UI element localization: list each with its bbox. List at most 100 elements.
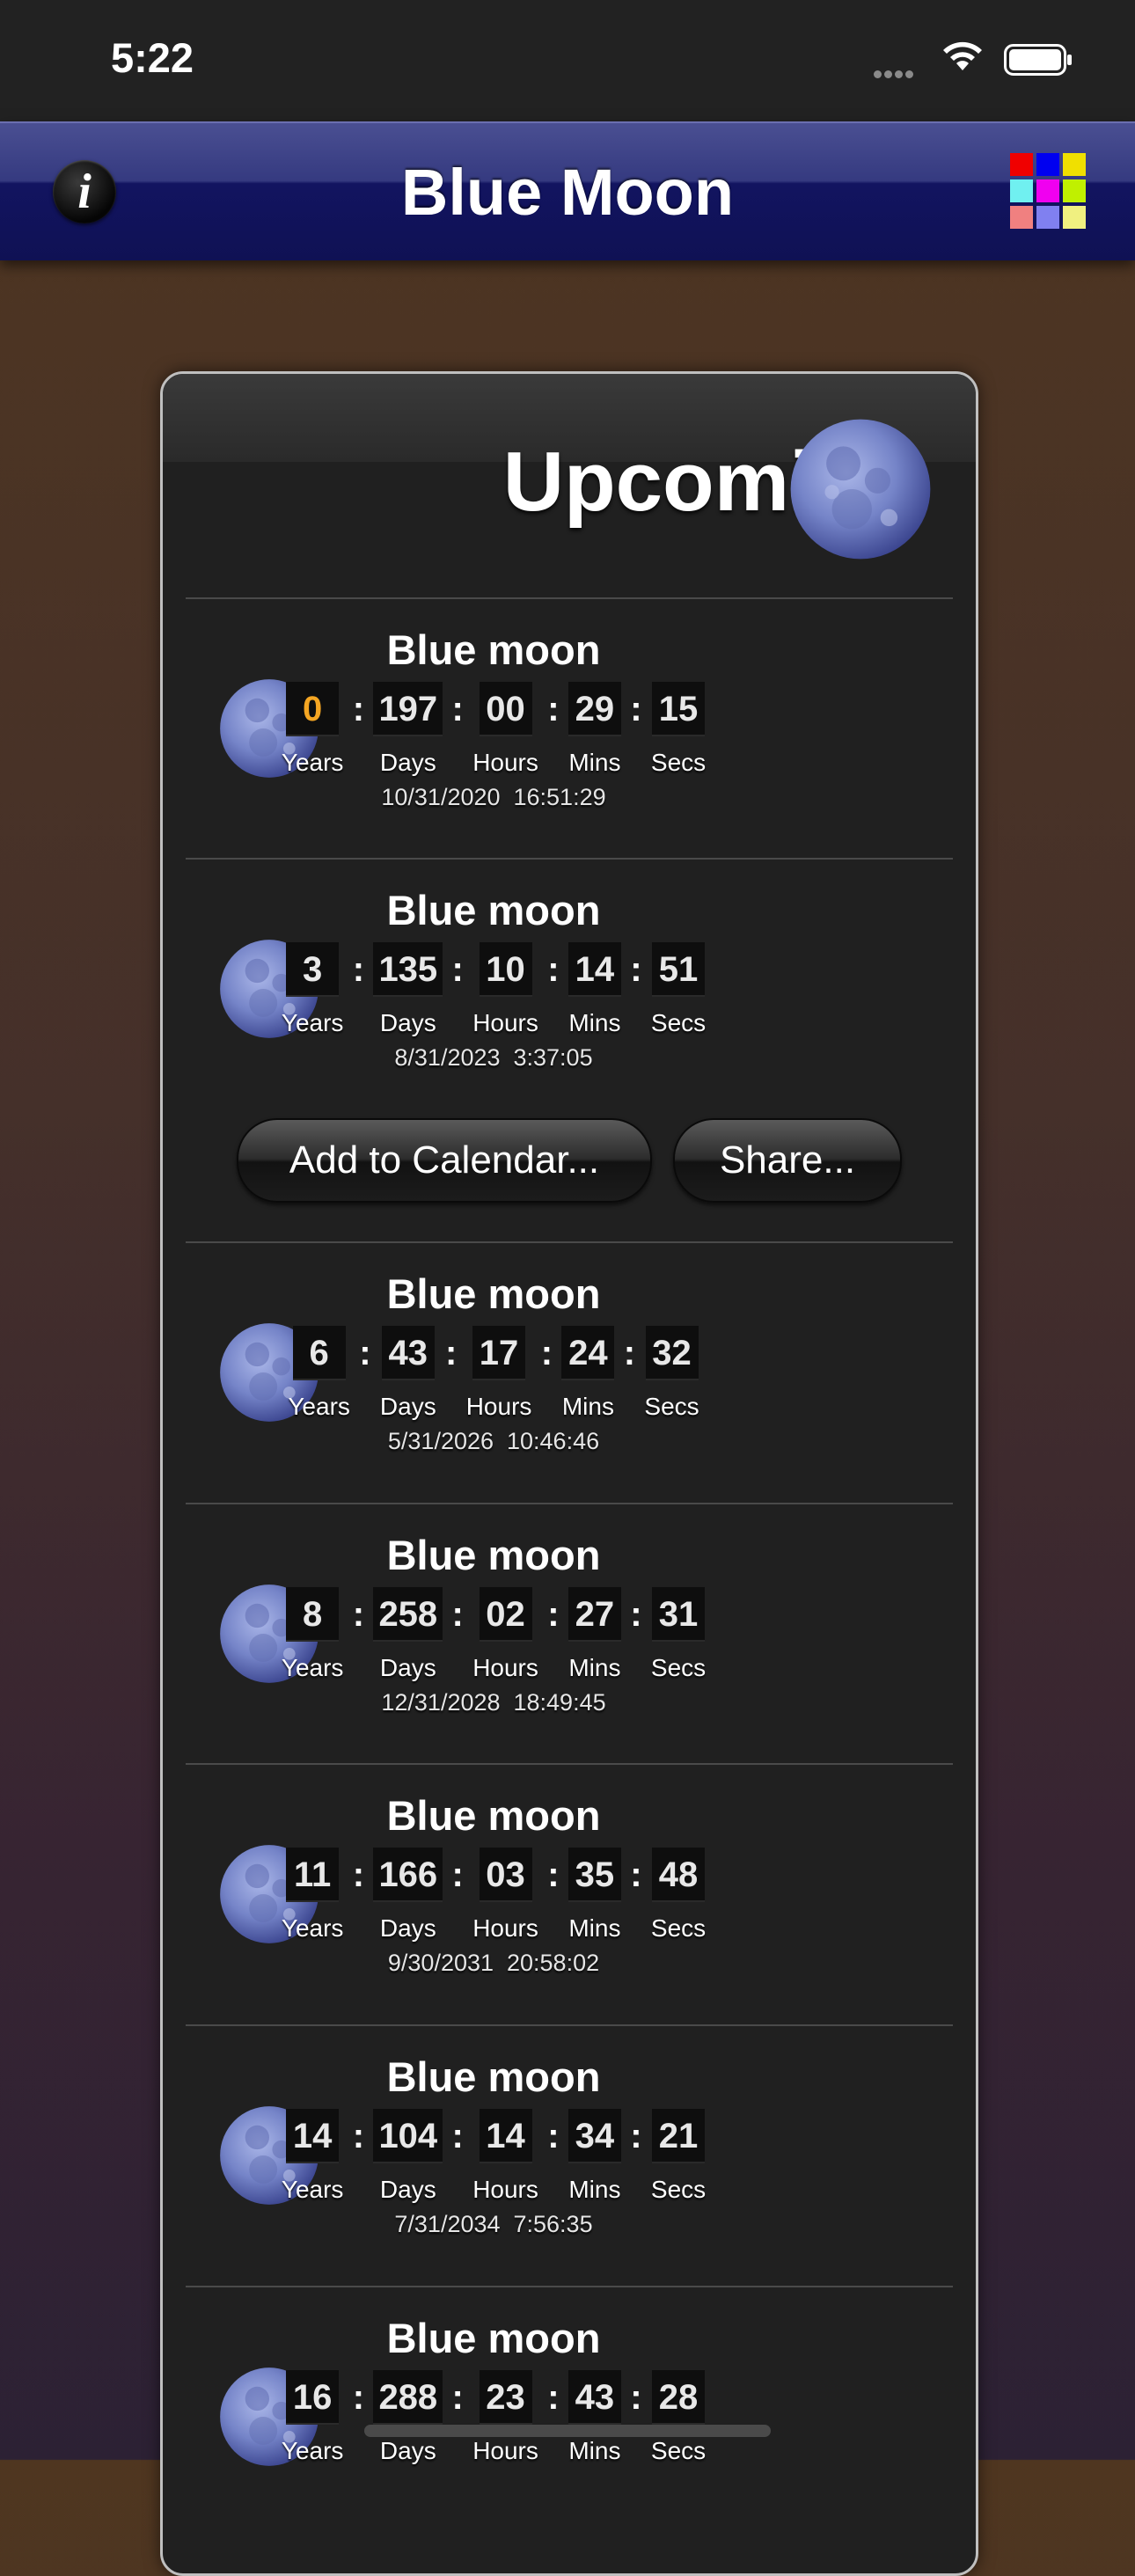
mins-value: 27 [568,1587,621,1642]
event-name: Blue moon [386,2053,601,2100]
separator: : [547,950,560,989]
countdown-days: 135 Days [373,942,443,1037]
countdown-entry[interactable]: Blue moon 11 Years:166 Days:03 Hours:35 Mins:… [186,1763,953,1976]
countdown-days: 288 Days [373,2370,443,2465]
secs-label: Secs [644,1393,699,1420]
secs-label: Secs [650,1654,707,1681]
secs-value: 31 [652,1587,706,1642]
countdown-days: 166 Days [373,1848,443,1943]
years-label: Years [281,1009,344,1036]
countdown-mins: 24 Mins [561,1326,615,1421]
years-label: Years [281,749,344,776]
countdown-secs: 28 Secs [651,2370,706,2465]
share-button[interactable]: Share... [673,1118,902,1203]
separator: : [451,2117,464,2155]
grid-color-swatch [1036,179,1059,202]
grid-color-swatch [1010,206,1033,229]
separator: : [547,2378,560,2417]
days-label: Days [379,1914,436,1942]
color-grid-menu-button[interactable] [1010,153,1089,232]
hours-label: Hours [472,1654,538,1681]
secs-value: 28 [652,2370,706,2425]
countdown-entry[interactable]: Blue moon 14 Years:104 Days:14 Hours:34 Mins:… [186,2024,953,2237]
grid-color-swatch [1036,153,1059,176]
hours-value: 00 [479,682,532,736]
years-value: 8 [286,1587,340,1642]
days-value: 43 [381,1326,435,1380]
years-value: 16 [286,2370,340,2425]
countdown-timer: 0 Years:197 Days:00 Hours:29 Mins:15 Secs [282,682,706,777]
grid-color-swatch [1063,206,1086,229]
grid-color-swatch [1036,206,1059,229]
countdown-hours: 23 Hours [472,2370,538,2465]
status-time: 5:22 [111,34,194,81]
countdown-days: 258 Days [373,1587,443,1682]
years-label: Years [281,2176,344,2203]
full-moon-icon [790,419,931,560]
separator: : [451,690,464,728]
secs-value: 51 [652,942,706,997]
countdown-entry[interactable]: Blue moon 0 Years:197 Days:00 Hours:29 Mins:1… [186,597,953,810]
countdown-years: 16 Years [282,2370,343,2465]
countdown-secs: 31 Secs [651,1587,706,1682]
mins-label: Mins [568,1009,621,1036]
hours-label: Hours [472,749,538,776]
cellular-signal-icon [874,67,916,83]
separator: : [359,1334,371,1372]
event-date: 8/31/2023 3:37:05 [394,1044,593,1071]
separator: : [352,1855,365,1894]
secs-value: 15 [652,682,706,736]
mins-value: 24 [561,1326,615,1380]
days-value: 104 [373,2109,443,2163]
separator: : [623,1334,636,1372]
countdown-timer: 6 Years:43 Days:17 Hours:24 Mins:32 Secs [288,1326,699,1421]
hours-label: Hours [472,2176,538,2203]
separator: : [451,1595,464,1634]
days-label: Days [379,1009,436,1036]
hours-value: 03 [479,1848,532,1902]
hours-value: 02 [479,1587,532,1642]
secs-value: 21 [652,2109,706,2163]
days-value: 135 [373,942,443,997]
add-to-calendar-button[interactable]: Add to Calendar... [237,1118,652,1203]
countdown-entry[interactable]: Blue moon 6 Years:43 Days:17 Hours:24 Mins:32… [186,1241,953,1454]
countdown-timer: 3 Years:135 Days:10 Hours:14 Mins:51 Secs [282,942,706,1037]
days-label: Days [379,1393,436,1420]
separator: : [630,2378,642,2417]
countdown-entry[interactable]: Blue moon 3 Years:135 Days:10 Hours:14 Mins:5… [186,858,953,1071]
countdown-secs: 21 Secs [651,2109,706,2204]
countdown-timer: 11 Years:166 Days:03 Hours:35 Mins:48 Secs [282,1848,706,1943]
separator: : [547,1855,560,1894]
separator: : [451,950,464,989]
countdown-mins: 27 Mins [568,1587,621,1682]
home-indicator [364,2425,771,2437]
mins-value: 14 [568,942,621,997]
mins-label: Mins [568,749,621,776]
mins-label: Mins [568,2176,621,2203]
countdown-entry[interactable]: Blue moon 8 Years:258 Days:02 Hours:27 Mins:3… [186,1503,953,1716]
event-name: Blue moon [386,887,601,933]
mins-value: 43 [568,2370,621,2425]
separator: : [352,2378,365,2417]
event-date: 7/31/2034 7:56:35 [394,2211,593,2237]
mins-value: 35 [568,1848,621,1902]
days-label: Days [379,749,436,776]
hours-value: 14 [479,2109,532,2163]
upcoming-card: Upcoming Blue moon 0 Years:197 Days:00 Hours… [160,371,978,2576]
days-value: 258 [373,1587,443,1642]
years-label: Years [281,1654,344,1681]
countdown-days: 43 Days [380,1326,436,1421]
countdown-mins: 29 Mins [568,682,621,777]
mins-label: Mins [568,2437,621,2464]
countdown-entry[interactable]: Blue moon 16 Years:288 Days:23 Hours:43 Mins:… [186,2286,953,2466]
countdown-years: 8 Years [281,1587,344,1682]
countdown-hours: 02 Hours [472,1587,538,1682]
years-value: 11 [286,1848,340,1902]
hours-label: Hours [465,1393,532,1420]
navigation-bar: i Blue Moon [0,121,1135,260]
years-value: 14 [286,2109,340,2163]
mins-value: 29 [568,682,621,736]
countdown-hours: 00 Hours [472,682,538,777]
hours-label: Hours [472,1009,538,1036]
years-value: 0 [286,682,340,736]
